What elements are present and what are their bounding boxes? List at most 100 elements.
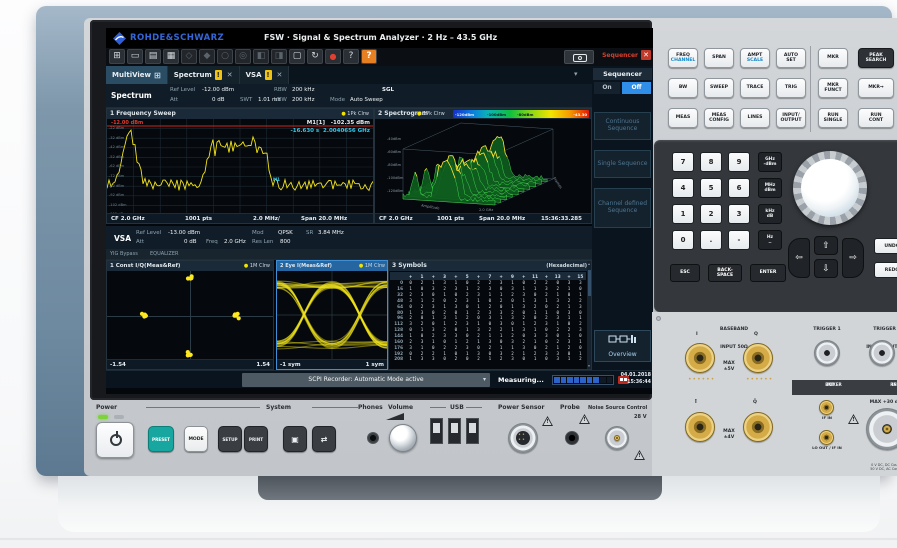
save-icon[interactable]: ▤ bbox=[145, 49, 161, 64]
open-file-icon[interactable]: ▭ bbox=[127, 49, 143, 64]
unit-key-mhz[interactable]: MHzdBm bbox=[758, 178, 782, 198]
sequencer-close-button[interactable]: ✕ bbox=[641, 50, 651, 60]
close-tab-icon[interactable]: ✕ bbox=[227, 71, 233, 79]
screenshot-button[interactable] bbox=[564, 50, 594, 64]
key-meas-config[interactable]: MEASCONFIG bbox=[704, 108, 734, 128]
key-ampt-scale[interactable]: AMPTSCALE bbox=[740, 48, 770, 68]
tab-vsa[interactable]: VSA ! ✕ bbox=[240, 66, 290, 84]
key-trig[interactable]: TRIG bbox=[776, 78, 806, 98]
digit-key-minus[interactable]: - bbox=[728, 230, 750, 250]
key-sweep[interactable]: SWEEP bbox=[704, 78, 734, 98]
power-button[interactable] bbox=[96, 422, 134, 458]
symbols-scrollbar[interactable]: ▴ ▾ bbox=[587, 261, 591, 369]
unit-key-hz[interactable]: Hz.. bbox=[758, 230, 782, 250]
refresh-icon[interactable]: ↻ bbox=[307, 49, 323, 64]
focus-switch-key[interactable]: ⇄ bbox=[312, 426, 336, 452]
tab-multiview[interactable]: MultiView ⊞ bbox=[106, 66, 168, 84]
arrow-down-key[interactable]: ⇩ bbox=[814, 259, 838, 278]
digit-key-5[interactable]: 5 bbox=[700, 178, 722, 198]
digit-key-3[interactable]: 3 bbox=[728, 204, 750, 224]
system-key-mode[interactable]: MODE bbox=[184, 426, 208, 452]
constellation-window[interactable]: 1 Const I/Q(Meas&Ref) ● 1M Clrw -1.54 1.… bbox=[106, 260, 274, 370]
key-input-output[interactable]: INPUT/OUTPUT bbox=[776, 108, 806, 128]
footer-item: CF 2.0 GHz bbox=[379, 216, 413, 222]
scpi-record-icon[interactable]: ● bbox=[325, 49, 341, 64]
key-mkr-funct[interactable]: MKRFUNCT bbox=[818, 78, 848, 98]
softkey-channel-defined-sequence[interactable]: Channel defined Sequence bbox=[594, 188, 651, 228]
digit-key-0[interactable]: 0 bbox=[672, 230, 694, 250]
split-right-icon: ◨ bbox=[271, 49, 287, 64]
key-peak-search[interactable]: PEAKSEARCH bbox=[858, 48, 894, 68]
sequencer-off-toggle[interactable]: Off bbox=[622, 82, 651, 94]
key-trace[interactable]: TRACE bbox=[740, 78, 770, 98]
scpi-recorder-status[interactable]: SCPI Recorder: Automatic Mode active ▾ bbox=[242, 373, 490, 387]
print-icon[interactable]: ▦ bbox=[163, 49, 179, 64]
symbols-window[interactable]: 3 Symbols (Hexadecimal) +1+3+5+7+9+11+13… bbox=[388, 260, 592, 370]
digit-key-4[interactable]: 4 bbox=[672, 178, 694, 198]
sequencer-close-label: Sequencer bbox=[598, 52, 638, 59]
key-run-single[interactable]: RUNSINGLE bbox=[818, 108, 848, 128]
usb-port-3 bbox=[466, 418, 479, 444]
digit-key-7[interactable]: 7 bbox=[672, 152, 694, 172]
symbols-table: +1+3+5+7+9+11+13+15002131022310220331610… bbox=[390, 272, 586, 369]
overview-button[interactable]: Overview bbox=[594, 330, 651, 362]
key-mkr[interactable]: MKR bbox=[818, 48, 848, 68]
status-date: 04.01.2018 bbox=[620, 373, 651, 380]
close-tab-icon[interactable]: ✕ bbox=[277, 71, 283, 79]
redo-key[interactable]: REDO bbox=[874, 262, 897, 278]
enter-key[interactable]: ENTER bbox=[750, 264, 786, 282]
baseband-q-connector bbox=[743, 343, 773, 373]
system-key-preset[interactable]: PRESET bbox=[148, 426, 174, 452]
arrow-left-key[interactable]: ⇦ bbox=[788, 238, 810, 278]
undo-key[interactable]: UNDO bbox=[874, 238, 897, 254]
unit-key-khz[interactable]: kHzdB bbox=[758, 204, 782, 224]
digit-key-2[interactable]: 2 bbox=[700, 204, 722, 224]
channel-name: VSA bbox=[114, 234, 131, 243]
window-switch-key[interactable]: ▣ bbox=[283, 426, 307, 452]
eye-diagram-window[interactable]: 2 Eye I(Meas&Ref) ● 1M Clrw -1 sym 1 sym bbox=[276, 260, 388, 370]
frame-icon[interactable]: ▢ bbox=[289, 49, 305, 64]
softkey-continuous-sequence[interactable]: Continuous Sequence bbox=[594, 112, 651, 140]
tab-spectrum[interactable]: Spectrum ! ✕ bbox=[168, 66, 240, 84]
key-freq-channel[interactable]: FREQCHANNEL bbox=[668, 48, 698, 68]
backspace-key[interactable]: BACK- SPACE bbox=[708, 264, 742, 282]
digit-key-6[interactable]: 6 bbox=[728, 178, 750, 198]
if-in-connector bbox=[819, 400, 834, 415]
windows-icon[interactable]: ⊞ bbox=[109, 49, 125, 64]
volume-knob[interactable] bbox=[389, 424, 417, 452]
system-key-setup[interactable]: SETUP bbox=[218, 426, 242, 452]
context-help-icon[interactable]: ? bbox=[343, 49, 359, 64]
key-auto-set[interactable]: AUTOSET bbox=[776, 48, 806, 68]
connector-panel: BASEBAND INPUT 50Ω I Q MAX±5V •••••• •••… bbox=[652, 312, 897, 476]
tab-overflow-icon[interactable]: ▾ bbox=[574, 70, 578, 78]
frequency-sweep-window[interactable]: 1 Frequency Sweep ● 1Pk Clrw -12.00 dBm … bbox=[106, 108, 374, 224]
digit-key-9[interactable]: 9 bbox=[728, 152, 750, 172]
sequencer-on-toggle[interactable]: On bbox=[594, 82, 620, 94]
key-mkr-[interactable]: MKR→ bbox=[858, 78, 894, 98]
key-meas[interactable]: MEAS bbox=[668, 108, 698, 128]
spectrogram-window[interactable]: 2 Spectrogram ● 1Pk Clrw -120dBm -100dBm… bbox=[374, 108, 592, 224]
marker-flag[interactable]: M1 bbox=[273, 177, 280, 182]
eye-plot bbox=[277, 271, 387, 361]
status-bar: SCPI Recorder: Automatic Mode active ▾ M… bbox=[106, 370, 653, 388]
key-lines[interactable]: LINES bbox=[740, 108, 770, 128]
key-run-cont[interactable]: RUNCONT bbox=[858, 108, 894, 128]
unit-key-ghz[interactable]: GHz-dBm bbox=[758, 152, 782, 172]
digit-key-8[interactable]: 8 bbox=[700, 152, 722, 172]
digit-key-dot[interactable]: . bbox=[700, 230, 722, 250]
symbols-row: 161032312303113210 bbox=[390, 286, 586, 292]
key-span[interactable]: SPAN bbox=[704, 48, 734, 68]
footer-item: CF 2.0 GHz bbox=[111, 216, 145, 222]
rotary-knob[interactable] bbox=[793, 151, 867, 225]
key-bw[interactable]: BW bbox=[668, 78, 698, 98]
system-key-print[interactable]: PRINT bbox=[244, 426, 268, 452]
help-icon[interactable]: ? bbox=[361, 49, 377, 64]
arrow-right-key[interactable]: ⇨ bbox=[842, 238, 864, 278]
softkey-single-sequence[interactable]: Single Sequence bbox=[594, 150, 651, 178]
peak-tool-icon: ◎ bbox=[235, 49, 251, 64]
footer-item: 15:36:33.285 bbox=[541, 216, 582, 222]
arrow-up-key[interactable]: ⇧ bbox=[814, 236, 838, 255]
esc-key[interactable]: ESC bbox=[670, 264, 700, 282]
vsa-channel-bar: VSA Ref Level -13.00 dBm Mod QPSK SR 3.8… bbox=[106, 226, 592, 260]
digit-key-1[interactable]: 1 bbox=[672, 204, 694, 224]
